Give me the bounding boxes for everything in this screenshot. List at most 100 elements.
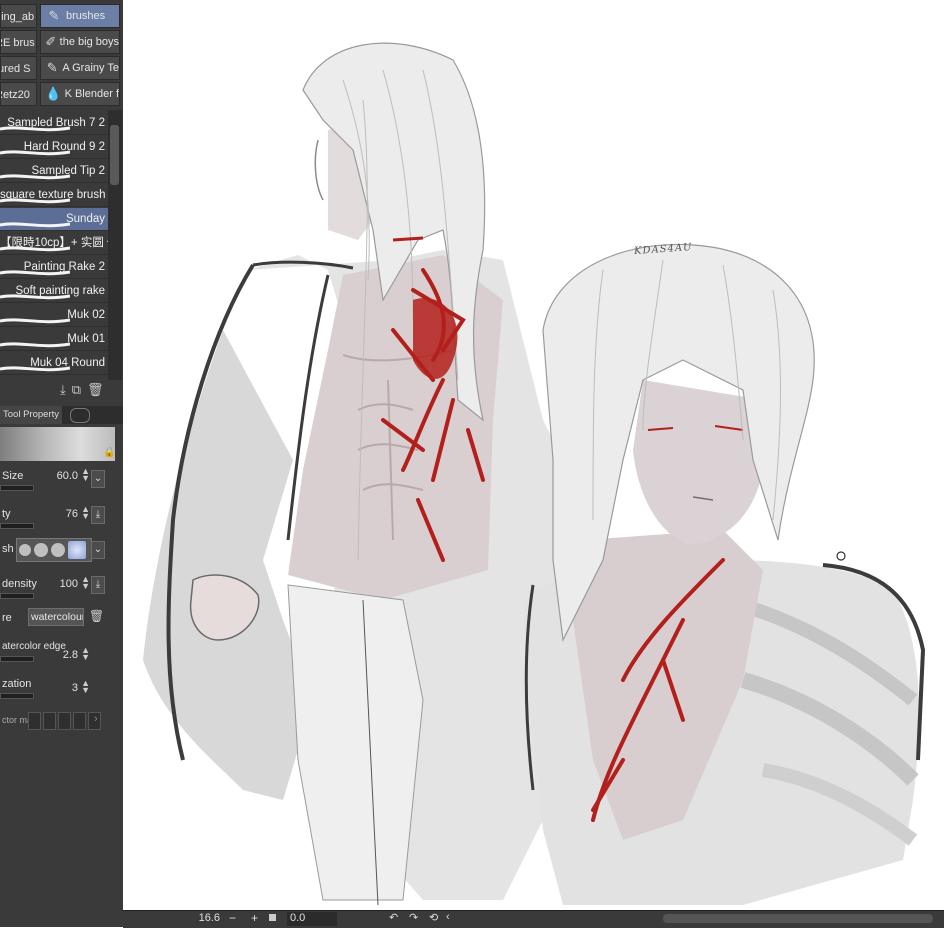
horizontal-scrollbar[interactable] [663, 914, 933, 923]
trash-icon[interactable]: 🗑 [89, 609, 104, 623]
brush-item[interactable]: Sampled Brush 7 2 [0, 112, 108, 135]
brush-stroke-preview-icon [0, 335, 71, 348]
brush-set-grainy[interactable]: ✎ A Grainy Te [40, 56, 120, 80]
brush-item-label: 【限時10cp】+ 实圆 ✿ [0, 237, 108, 249]
brush-item[interactable]: Muk 01 [0, 328, 108, 351]
tip-shape-option-selected[interactable] [68, 541, 86, 559]
zoom-in-icon[interactable]: + [251, 911, 258, 925]
sub-tool-detail-icon[interactable] [70, 408, 90, 423]
pencil-icon: ✐ [45, 34, 57, 49]
brush-shape-label: sh [2, 543, 14, 555]
trash-icon[interactable]: 🗑 [87, 382, 104, 402]
zoom-out-icon[interactable]: − [229, 911, 236, 925]
lock-icon[interactable]: 🔒 [103, 447, 115, 458]
rotation-angle[interactable]: 0.0 [287, 912, 337, 926]
spin-arrows-icon[interactable]: ▲ ▼ [81, 646, 90, 662]
brush-item[interactable]: Painting Rake 2 [0, 256, 108, 279]
brush-item-label: Hard Round 9 2 [23, 141, 105, 153]
brush-set-left-label: hing_ab [1, 11, 35, 23]
brush-item-label: Soft painting rake [15, 285, 105, 297]
download-icon[interactable]: ⤓ [60, 382, 66, 402]
opacity-value[interactable]: 76 [66, 508, 78, 520]
watercolor-edge-slider[interactable] [0, 656, 34, 662]
artwork [143, 42, 926, 906]
opacity-slider[interactable] [0, 523, 34, 529]
brush-set-label: K Blender f [64, 88, 119, 100]
brush-set-left-label: RE brus [1, 37, 35, 49]
stabilization-label: zation [2, 678, 32, 690]
size-dropdown-button[interactable]: ⌄ [91, 470, 105, 488]
brush-set-left-label: tured S [1, 63, 31, 75]
watercolor-edge-label: atercolor edge [2, 641, 66, 652]
brush-set-brushes[interactable]: ✎ brushes [40, 4, 120, 28]
texture-select[interactable]: watercolour [28, 608, 84, 626]
tab-tool-property[interactable]: Tool Property [0, 406, 62, 424]
brush-set-left-2[interactable]: RE brus [0, 30, 37, 54]
shape-dropdown-button[interactable]: ⌄ [91, 541, 105, 559]
brush-set-the-big-boys[interactable]: ✐ the big boys [40, 30, 120, 54]
tip-shape-option[interactable] [34, 543, 48, 557]
brush-item[interactable]: Sunday [0, 208, 108, 231]
spin-arrows-icon[interactable]: ▲ ▼ [81, 505, 90, 521]
brush-item-label: Muk 04 Round [30, 357, 105, 369]
tool-property-tabbar: Tool Property [0, 406, 123, 424]
brush-set-left-label: Retz20 [1, 89, 30, 101]
brush-item-label: Muk 02 [67, 309, 105, 321]
rotate-right-icon[interactable]: ↷ [409, 911, 418, 924]
brush-item[interactable]: Sampled Tip 2 [0, 160, 108, 183]
brush-list-scrollbar[interactable] [108, 110, 122, 380]
brush-item[interactable]: Muk 04 Round [0, 352, 108, 375]
brush-item[interactable]: Soft painting rake [0, 280, 108, 303]
density-label: density [2, 578, 37, 590]
drawing-canvas[interactable]: KDAS4AU [123, 0, 944, 910]
brush-item[interactable]: Muk 02 [0, 304, 108, 327]
pen-nib-icon: ✎ [48, 8, 60, 23]
brush-stroke-preview [0, 427, 115, 461]
zoom-level[interactable]: 16.6 [198, 912, 220, 926]
stabilization-slider[interactable] [0, 693, 34, 699]
brush-stroke-preview-icon [0, 311, 71, 324]
opacity-pressure-button[interactable]: ⤓ [91, 506, 105, 524]
density-pressure-button[interactable]: ⤓ [91, 576, 105, 594]
fit-to-window-icon[interactable] [269, 914, 276, 921]
spin-arrows-icon[interactable]: ▲ ▼ [81, 467, 90, 483]
brush-tip-shapes[interactable] [16, 538, 92, 562]
duplicate-icon[interactable]: ⧉ [72, 382, 81, 402]
brush-set-left-4[interactable]: Retz20 [0, 82, 37, 106]
canvas-status-bar: 16.6 − + 0.0 ↶ ↷ ⟲ ‹ [123, 910, 944, 928]
reset-rotation-icon[interactable]: ⟲ [429, 911, 438, 924]
brush-set-left-1[interactable]: hing_ab [0, 4, 37, 28]
opacity-label: ty [2, 508, 11, 520]
tip-shape-option[interactable] [19, 544, 31, 556]
brush-set-label: the big boys [59, 36, 119, 48]
tab-label: Tool Property [3, 409, 59, 420]
tip-shape-option[interactable] [51, 543, 65, 557]
brush-set-label: A Grainy Te [62, 62, 119, 74]
brush-size-slider[interactable] [0, 485, 34, 491]
chevron-right-icon[interactable]: › [94, 713, 98, 725]
density-value[interactable]: 100 [60, 578, 78, 590]
water-drops-icon: 💧 [45, 86, 62, 101]
brush-item-label: Sampled Brush 7 2 [7, 117, 105, 129]
brush-item-label: Painting Rake 2 [23, 261, 105, 273]
pen-nib-icon: ✎ [46, 60, 58, 75]
watercolor-edge-value[interactable]: 2.8 [63, 649, 78, 661]
brush-size-value[interactable]: 60.0 [57, 470, 78, 482]
brush-set-blender[interactable]: 💧 K Blender f [40, 82, 120, 106]
collapse-icon[interactable]: ‹ [446, 911, 450, 923]
brush-set-label: brushes [66, 10, 106, 22]
brush-list-toolbar: ⤓ ⧉ 🗑 [60, 382, 104, 402]
vector-magnet-options[interactable] [28, 712, 101, 730]
scrollbar-thumb[interactable] [110, 125, 119, 185]
texture-label: re [2, 612, 12, 624]
brush-set-left-3[interactable]: tured S [0, 56, 37, 80]
brush-item[interactable]: 【限時10cp】+ 实圆 ✿ [0, 232, 108, 255]
brush-item[interactable]: square texture brush [0, 184, 108, 207]
spin-arrows-icon[interactable]: ▲ ▼ [81, 575, 90, 591]
stabilization-value[interactable]: 3 [72, 682, 78, 694]
rotate-left-icon[interactable]: ↶ [389, 911, 398, 924]
brush-item[interactable]: Hard Round 9 2 [0, 136, 108, 159]
density-slider[interactable] [0, 593, 34, 599]
spin-arrows-icon[interactable]: ▲ ▼ [81, 679, 90, 695]
figure-right [523, 243, 926, 905]
